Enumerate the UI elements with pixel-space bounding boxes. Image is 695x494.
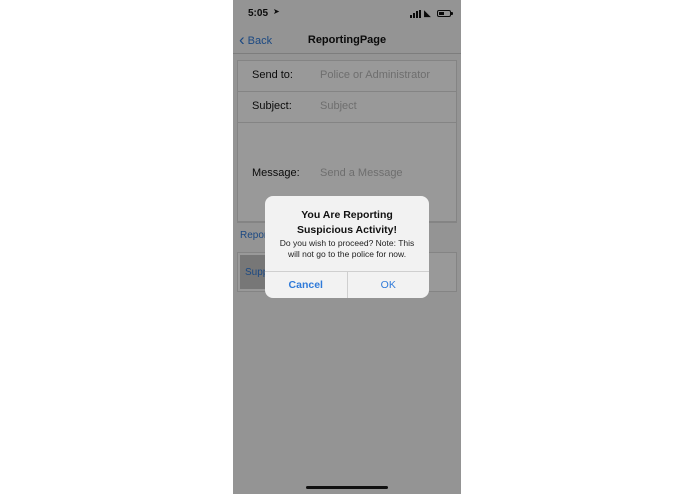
ok-button[interactable]: OK — [348, 272, 430, 298]
phone-screen: 5:05 ➤ ◣ ‹ Back ReportingPage Send to: S… — [233, 0, 461, 494]
cancel-button[interactable]: Cancel — [265, 272, 348, 298]
alert-dialog: You Are Reporting Suspicious Activity! D… — [265, 196, 429, 298]
alert-message: Do you wish to proceed? Note: This will … — [279, 238, 415, 259]
alert-actions: Cancel OK — [265, 271, 429, 298]
alert-title: You Are Reporting Suspicious Activity! — [297, 209, 397, 236]
home-indicator[interactable] — [306, 486, 388, 489]
